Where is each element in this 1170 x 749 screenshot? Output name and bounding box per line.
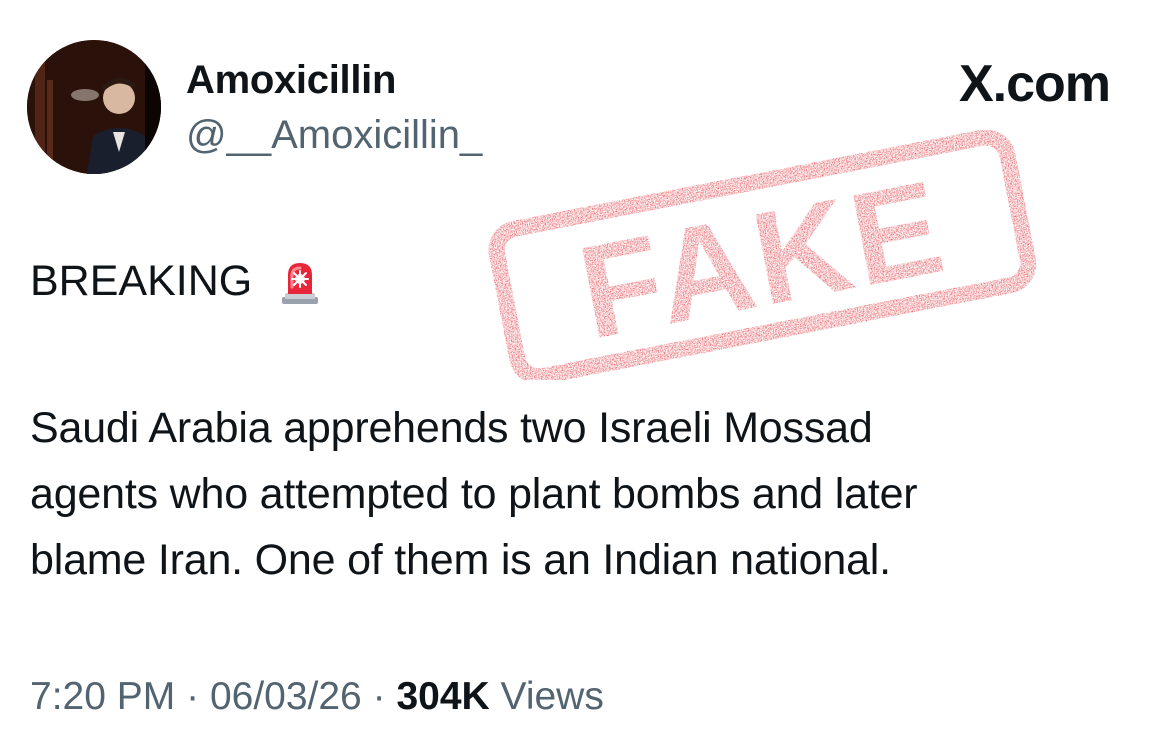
tweet-date[interactable]: 06/03/26 xyxy=(210,675,362,718)
views-label: Views xyxy=(500,675,604,718)
police-car-light-icon xyxy=(276,257,324,305)
user-handle[interactable]: @__Amoxicillin_ xyxy=(186,112,482,158)
fake-stamp: FAKE xyxy=(462,130,1062,380)
breaking-label: BREAKING xyxy=(30,255,324,307)
display-name[interactable]: Amoxicillin xyxy=(186,58,396,102)
x-com-logo: X.com xyxy=(958,55,1111,113)
tweet-body-line: blame Iran. One of them is an Indian nat… xyxy=(30,536,891,584)
separator-dot: · xyxy=(186,675,200,718)
separator-dot: · xyxy=(372,675,386,718)
views-count: 304K xyxy=(396,675,490,718)
tweet-body-line: agents who attempted to plant bombs and … xyxy=(30,470,918,518)
tweet-time[interactable]: 7:20 PM xyxy=(30,675,175,718)
breaking-text: BREAKING xyxy=(30,257,253,305)
tweet-body-line: Saudi Arabia apprehends two Israeli Moss… xyxy=(30,404,873,452)
tweet-meta: 7:20 PM · 06/03/26 · 304K Views xyxy=(30,674,604,720)
tweet-body: Saudi Arabia apprehends two Israeli Moss… xyxy=(30,395,1140,593)
avatar[interactable] xyxy=(27,40,161,174)
